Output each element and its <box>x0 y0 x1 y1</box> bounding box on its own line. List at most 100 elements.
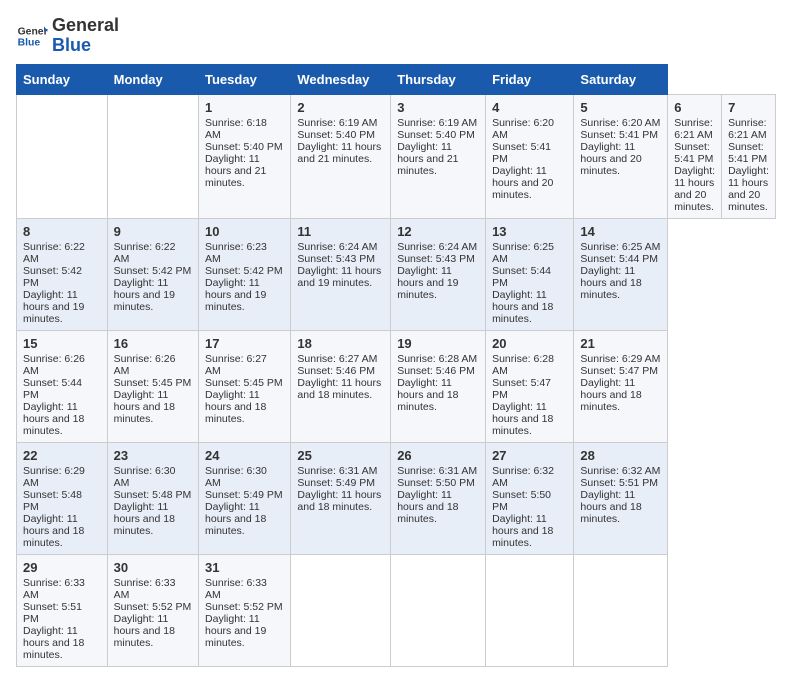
sunrise-text: Sunrise: 6:30 AM <box>205 465 267 489</box>
calendar-cell: 10Sunrise: 6:23 AMSunset: 5:42 PMDayligh… <box>199 218 291 330</box>
sunrise-text: Sunrise: 6:22 AM <box>114 241 176 265</box>
sunrise-text: Sunrise: 6:27 AM <box>297 353 377 365</box>
daylight-text: Daylight: 11 hours and 18 minutes. <box>23 513 84 549</box>
day-number: 7 <box>728 100 769 115</box>
daylight-text: Daylight: 11 hours and 18 minutes. <box>23 625 84 661</box>
calendar-cell: 16Sunrise: 6:26 AMSunset: 5:45 PMDayligh… <box>107 330 198 442</box>
header-cell-sunday: Sunday <box>17 64 108 94</box>
daylight-text: Daylight: 11 hours and 19 minutes. <box>205 613 266 649</box>
calendar-cell: 18Sunrise: 6:27 AMSunset: 5:46 PMDayligh… <box>291 330 391 442</box>
sunset-text: Sunset: 5:44 PM <box>580 253 658 265</box>
calendar-cell: 22Sunrise: 6:29 AMSunset: 5:48 PMDayligh… <box>17 442 108 554</box>
logo: General Blue General Blue <box>16 16 119 56</box>
header-cell-saturday: Saturday <box>574 64 668 94</box>
day-number: 24 <box>205 448 284 463</box>
calendar-cell: 12Sunrise: 6:24 AMSunset: 5:43 PMDayligh… <box>391 218 486 330</box>
day-number: 16 <box>114 336 192 351</box>
sunset-text: Sunset: 5:42 PM <box>23 265 82 289</box>
daylight-text: Daylight: 11 hours and 18 minutes. <box>580 265 641 301</box>
sunrise-text: Sunrise: 6:32 AM <box>492 465 554 489</box>
sunrise-text: Sunrise: 6:26 AM <box>23 353 85 377</box>
sunset-text: Sunset: 5:52 PM <box>114 601 192 613</box>
day-number: 9 <box>114 224 192 239</box>
sunset-text: Sunset: 5:45 PM <box>205 377 283 389</box>
calendar-cell: 28Sunrise: 6:32 AMSunset: 5:51 PMDayligh… <box>574 442 668 554</box>
page-header: General Blue General Blue <box>16 16 776 56</box>
day-number: 25 <box>297 448 384 463</box>
calendar-cell: 21Sunrise: 6:29 AMSunset: 5:47 PMDayligh… <box>574 330 668 442</box>
sunset-text: Sunset: 5:40 PM <box>297 129 375 141</box>
sunrise-text: Sunrise: 6:30 AM <box>114 465 176 489</box>
sunrise-text: Sunrise: 6:25 AM <box>492 241 554 265</box>
daylight-text: Daylight: 11 hours and 18 minutes. <box>397 489 458 525</box>
sunrise-text: Sunrise: 6:33 AM <box>114 577 176 601</box>
calendar-cell <box>17 94 108 218</box>
sunrise-text: Sunrise: 6:31 AM <box>397 465 477 477</box>
sunrise-text: Sunrise: 6:24 AM <box>397 241 477 253</box>
daylight-text: Daylight: 11 hours and 21 minutes. <box>205 153 266 189</box>
daylight-text: Daylight: 11 hours and 20 minutes. <box>728 165 769 213</box>
daylight-text: Daylight: 11 hours and 21 minutes. <box>397 141 458 177</box>
calendar-cell: 11Sunrise: 6:24 AMSunset: 5:43 PMDayligh… <box>291 218 391 330</box>
day-number: 20 <box>492 336 567 351</box>
calendar-cell: 26 Sunrise: 6:31 AMSunset: 5:50 PMDayligh… <box>391 442 486 554</box>
daylight-text: Daylight: 11 hours and 20 minutes. <box>674 165 715 213</box>
sunset-text: Sunset: 5:40 PM <box>397 129 475 141</box>
daylight-text: Daylight: 11 hours and 19 minutes. <box>397 265 458 301</box>
sunrise-text: Sunrise: 6:29 AM <box>23 465 85 489</box>
daylight-text: Daylight: 11 hours and 18 minutes. <box>23 401 84 437</box>
calendar-cell: 20Sunrise: 6:28 AMSunset: 5:47 PMDayligh… <box>486 330 574 442</box>
week-row-1: 1Sunrise: 6:18 AMSunset: 5:40 PMDaylight… <box>17 94 776 218</box>
day-number: 17 <box>205 336 284 351</box>
calendar-cell: 9 Sunrise: 6:22 AMSunset: 5:42 PMDaylight… <box>107 218 198 330</box>
calendar-table: SundayMondayTuesdayWednesdayThursdayFrid… <box>16 64 776 667</box>
sunset-text: Sunset: 5:42 PM <box>114 265 192 277</box>
day-number: 19 <box>397 336 479 351</box>
sunset-text: Sunset: 5:46 PM <box>297 365 375 377</box>
day-number: 31 <box>205 560 284 575</box>
sunset-text: Sunset: 5:48 PM <box>23 489 82 513</box>
sunset-text: Sunset: 5:50 PM <box>397 477 475 489</box>
sunrise-text: Sunrise: 6:32 AM <box>580 465 660 477</box>
calendar-cell: 25 Sunrise: 6:31 AMSunset: 5:49 PMDayligh… <box>291 442 391 554</box>
sunset-text: Sunset: 5:48 PM <box>114 489 192 501</box>
day-number: 4 <box>492 100 567 115</box>
day-number: 15 <box>23 336 101 351</box>
sunset-text: Sunset: 5:41 PM <box>580 129 658 141</box>
sunset-text: Sunset: 5:50 PM <box>492 489 551 513</box>
sunrise-text: Sunrise: 6:21 AM <box>674 117 713 141</box>
daylight-text: Daylight: 11 hours and 19 minutes. <box>297 265 381 289</box>
calendar-cell: 7Sunrise: 6:21 AMSunset: 5:41 PMDaylight… <box>722 94 776 218</box>
calendar-cell: 3Sunrise: 6:19 AMSunset: 5:40 PMDaylight… <box>391 94 486 218</box>
daylight-text: Daylight: 11 hours and 18 minutes. <box>114 613 175 649</box>
daylight-text: Daylight: 11 hours and 18 minutes. <box>205 501 266 537</box>
sunrise-text: Sunrise: 6:18 AM <box>205 117 267 141</box>
day-number: 29 <box>23 560 101 575</box>
sunset-text: Sunset: 5:45 PM <box>114 377 192 389</box>
day-number: 30 <box>114 560 192 575</box>
sunrise-text: Sunrise: 6:31 AM <box>297 465 377 477</box>
logo-blue: Blue <box>52 36 119 56</box>
calendar-cell: 15 Sunrise: 6:26 AMSunset: 5:44 PMDayligh… <box>17 330 108 442</box>
daylight-text: Daylight: 11 hours and 18 minutes. <box>297 489 381 513</box>
daylight-text: Daylight: 11 hours and 18 minutes. <box>297 377 381 401</box>
header-cell-friday: Friday <box>486 64 574 94</box>
day-number: 26 <box>397 448 479 463</box>
daylight-text: Daylight: 11 hours and 18 minutes. <box>492 289 553 325</box>
sunset-text: Sunset: 5:43 PM <box>297 253 375 265</box>
day-number: 3 <box>397 100 479 115</box>
svg-text:Blue: Blue <box>18 37 41 48</box>
sunset-text: Sunset: 5:49 PM <box>297 477 375 489</box>
daylight-text: Daylight: 11 hours and 19 minutes. <box>114 277 175 313</box>
sunrise-text: Sunrise: 6:24 AM <box>297 241 377 253</box>
daylight-text: Daylight: 11 hours and 18 minutes. <box>580 377 641 413</box>
daylight-text: Daylight: 11 hours and 18 minutes. <box>114 501 175 537</box>
header-cell-wednesday: Wednesday <box>291 64 391 94</box>
sunset-text: Sunset: 5:43 PM <box>397 253 475 265</box>
sunset-text: Sunset: 5:47 PM <box>492 377 551 401</box>
header-cell-monday: Monday <box>107 64 198 94</box>
sunset-text: Sunset: 5:44 PM <box>23 377 82 401</box>
calendar-cell <box>291 554 391 666</box>
sunset-text: Sunset: 5:44 PM <box>492 265 551 289</box>
sunset-text: Sunset: 5:41 PM <box>674 141 713 165</box>
